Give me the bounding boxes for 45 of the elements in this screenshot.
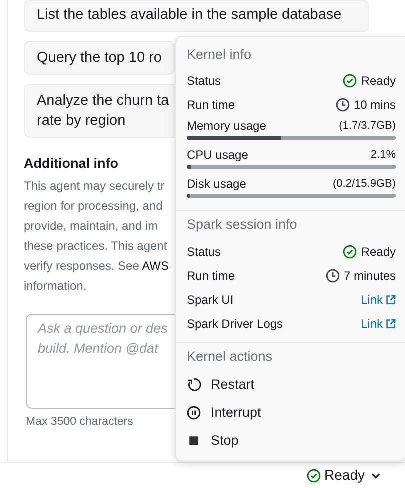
pause-icon: [187, 406, 201, 420]
status-value: Ready: [361, 73, 396, 90]
paragraph-text: This agent may securely tr: [24, 178, 165, 196]
aws-link[interactable]: AWS: [142, 259, 169, 274]
row-label: Run time: [187, 97, 236, 114]
stop-button[interactable]: Stop: [187, 426, 239, 455]
paragraph-text: these practices. This agent: [24, 238, 168, 256]
status-value: Ready: [361, 244, 396, 260]
runtime-value: 10 mins: [354, 97, 396, 114]
row-label: Spark Driver Logs: [187, 316, 284, 332]
suggestion-card[interactable]: Query the top 10 ro: [24, 41, 175, 75]
usage-value: 2.1%: [370, 148, 396, 163]
usage-value: (0.2/15.9GB): [333, 177, 396, 192]
section-heading: Kernel info: [187, 46, 253, 64]
kernel-status-button[interactable]: Ready: [302, 465, 387, 486]
status-check-icon: [343, 244, 358, 258]
restart-button[interactable]: Restart: [187, 370, 255, 399]
row-label: Disk usage: [187, 176, 246, 194]
row-label: CPU usage: [187, 147, 248, 164]
runtime-value: 7 minutes: [344, 268, 396, 284]
row-label: Status: [187, 73, 222, 90]
row-label: Status: [187, 244, 222, 260]
section-heading: Additional info: [24, 155, 118, 173]
external-link-icon: [386, 318, 396, 328]
clock-icon: [326, 268, 340, 282]
row-label: Memory usage: [187, 118, 266, 136]
stop-icon: [187, 434, 201, 448]
paragraph-text: region for processing, and: [24, 198, 163, 216]
clock-icon: [336, 98, 350, 112]
paragraph-text: information.: [24, 278, 87, 296]
usage-value: (1.7/3.7GB): [339, 119, 396, 134]
paragraph-text: verify responses. See: [24, 259, 140, 274]
section-heading: Kernel actions: [187, 348, 274, 366]
row-label: Spark UI: [187, 292, 234, 308]
external-link[interactable]: Link: [360, 314, 396, 332]
restart-icon: [187, 378, 201, 392]
section-heading: Spark session info: [187, 216, 298, 234]
external-link[interactable]: Link: [360, 290, 396, 308]
status-check-icon: [343, 74, 358, 88]
character-limit-hint: Max 3500 characters: [26, 415, 134, 430]
paragraph-text: provide, maintain, and im: [24, 218, 158, 236]
ready-check-icon: [306, 468, 321, 482]
row-label: Run time: [187, 268, 236, 284]
external-link-icon: [386, 294, 396, 304]
suggestion-card[interactable]: List the tables available in the sample database: [24, 0, 369, 32]
